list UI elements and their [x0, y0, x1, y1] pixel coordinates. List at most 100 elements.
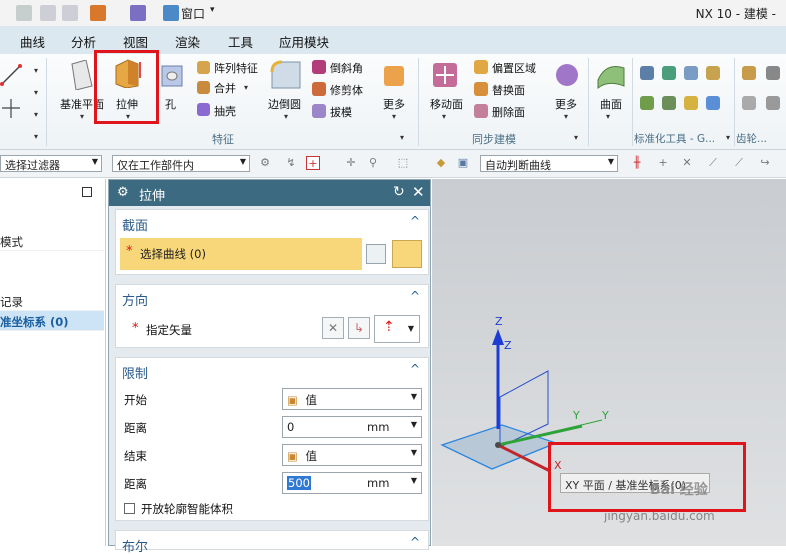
tool-icon[interactable]: [684, 96, 698, 110]
more-button-sync[interactable]: 更多: [555, 96, 577, 112]
tab-render[interactable]: 渲染: [175, 32, 200, 51]
vector-type-dropdown[interactable]: ⇡ ▼: [374, 315, 420, 343]
unite-icon[interactable]: [197, 81, 210, 94]
tool-icon[interactable]: [684, 66, 698, 80]
pattern-feature-button[interactable]: 阵列特征: [214, 60, 258, 76]
list-item[interactable]: 记录: [0, 291, 104, 311]
start-distance-field[interactable]: 0 mm ▼: [282, 416, 422, 438]
draft-button[interactable]: 拔模: [330, 104, 352, 120]
offset-region-button[interactable]: 偏置区域: [492, 60, 536, 76]
chamfer-button[interactable]: 倒斜角: [330, 60, 363, 76]
more-button-feature[interactable]: 更多: [383, 96, 405, 112]
list-item[interactable]: 模式: [0, 231, 104, 251]
section-header[interactable]: 截面: [122, 215, 148, 234]
unite-button[interactable]: 合并: [214, 80, 236, 96]
delete-face-icon[interactable]: [474, 104, 488, 118]
more-icon[interactable]: [556, 64, 578, 86]
snap-icon[interactable]: ↯: [284, 156, 298, 170]
replace-face-icon[interactable]: [474, 82, 488, 96]
tab-tools[interactable]: 工具: [228, 32, 253, 51]
scope-dropdown[interactable]: 仅在工作部件内 ▼: [112, 155, 250, 172]
curve-icon[interactable]: [392, 240, 422, 268]
edge-blend-icon[interactable]: [270, 60, 302, 90]
vector-dialog-icon[interactable]: ↳: [348, 317, 370, 339]
chevron-down-icon[interactable]: ▾: [34, 110, 38, 119]
tab-view[interactable]: 视图: [123, 32, 148, 51]
snap-icon[interactable]: ⚙: [258, 156, 272, 170]
snap-icon[interactable]: ⚲: [366, 156, 380, 170]
shell-icon[interactable]: [197, 103, 210, 116]
select-curve-row[interactable]: * 选择曲线 (0): [120, 238, 362, 270]
close-icon[interactable]: ✕: [412, 183, 425, 201]
trim-body-icon[interactable]: [312, 82, 326, 96]
shell-button[interactable]: 抽壳: [214, 103, 236, 119]
collapse-icon[interactable]: ^: [410, 362, 420, 376]
tab-application[interactable]: 应用模块: [279, 32, 329, 51]
tab-curve[interactable]: 曲线: [20, 32, 45, 51]
chamfer-icon[interactable]: [312, 60, 326, 74]
sketch-section-icon[interactable]: [366, 244, 386, 264]
snap-icon[interactable]: ⟋: [732, 156, 746, 170]
reset-icon[interactable]: ↻: [393, 184, 405, 200]
datum-plane-icon[interactable]: [68, 60, 96, 90]
hole-icon[interactable]: [160, 62, 186, 88]
window-icon[interactable]: [163, 5, 179, 21]
limits-header[interactable]: 限制: [122, 363, 148, 382]
tool-icon[interactable]: [662, 96, 676, 110]
hole-button[interactable]: 孔: [165, 96, 176, 112]
maximize-icon[interactable]: [82, 187, 92, 197]
move-face-icon[interactable]: [430, 60, 460, 90]
offset-region-icon[interactable]: [474, 60, 488, 74]
surface-button[interactable]: 曲面: [600, 96, 622, 112]
more-icon[interactable]: [384, 66, 404, 86]
toolbar-icon[interactable]: [90, 5, 106, 21]
component-icon[interactable]: ◆: [434, 156, 448, 170]
draft-icon[interactable]: [312, 104, 326, 118]
gear-tool-icon[interactable]: [766, 96, 780, 110]
snap-icon[interactable]: ╫: [630, 156, 644, 170]
paste-icon[interactable]: [62, 5, 78, 21]
pattern-feature-icon[interactable]: [197, 61, 210, 74]
snap-icon[interactable]: ✛: [344, 156, 358, 170]
collapse-icon[interactable]: ^: [410, 214, 420, 228]
reverse-direction-icon[interactable]: ✕: [322, 317, 344, 339]
collapse-icon[interactable]: ^: [410, 289, 420, 303]
open-profile-checkbox[interactable]: [124, 503, 135, 514]
delete-face-button[interactable]: 删除面: [492, 104, 525, 120]
snap-point-icon[interactable]: +: [306, 156, 320, 170]
dialog-header[interactable]: ⚙ 拉伸 ↻ ✕: [109, 180, 430, 206]
edge-blend-button[interactable]: 边倒圆: [268, 96, 301, 112]
gear-tool-icon[interactable]: [742, 96, 756, 110]
direction-header[interactable]: 方向: [122, 290, 148, 309]
tool-icon[interactable]: [706, 96, 720, 110]
customize-icon[interactable]: [130, 5, 146, 21]
gear-tool-icon[interactable]: [742, 66, 756, 80]
tool-icon[interactable]: [640, 96, 654, 110]
surface-icon[interactable]: [596, 60, 626, 90]
part-icon[interactable]: ▣: [456, 156, 470, 170]
line-tool-icon[interactable]: [0, 62, 30, 128]
chevron-down-icon[interactable]: ▾: [210, 5, 215, 15]
trim-body-button[interactable]: 修剪体: [330, 82, 363, 98]
snap-icon[interactable]: ⟋: [706, 156, 720, 170]
list-item-selected[interactable]: 准坐标系 (0): [0, 311, 104, 331]
undo-icon[interactable]: [16, 5, 32, 21]
graphics-viewport[interactable]: Z Z Y Y X XY 平面 / 基准坐标系(0) Bai 经验 jingya…: [432, 179, 786, 546]
box-select-icon[interactable]: ⬚: [396, 156, 410, 170]
move-face-button[interactable]: 移动面: [430, 96, 463, 112]
curve-rule-dropdown[interactable]: 自动判断曲线 ▼: [480, 155, 618, 172]
tool-icon[interactable]: [662, 66, 676, 80]
window-menu[interactable]: 窗口: [181, 5, 205, 22]
tool-icon[interactable]: [706, 66, 720, 80]
chevron-down-icon[interactable]: ▾: [34, 88, 38, 97]
tab-analysis[interactable]: 分析: [71, 32, 96, 51]
start-type-dropdown[interactable]: ▣ 值 ▼: [282, 388, 422, 410]
gear-icon[interactable]: ⚙: [117, 185, 129, 200]
snap-icon[interactable]: ✕: [680, 156, 694, 170]
gear-tool-icon[interactable]: [766, 66, 780, 80]
snap-icon[interactable]: ↪: [758, 156, 772, 170]
chevron-down-icon[interactable]: ▾: [34, 132, 38, 141]
replace-face-button[interactable]: 替换面: [492, 82, 525, 98]
chevron-down-icon[interactable]: ▾: [34, 66, 38, 75]
selection-filter-dropdown[interactable]: 选择过滤器 ▼: [0, 155, 102, 172]
